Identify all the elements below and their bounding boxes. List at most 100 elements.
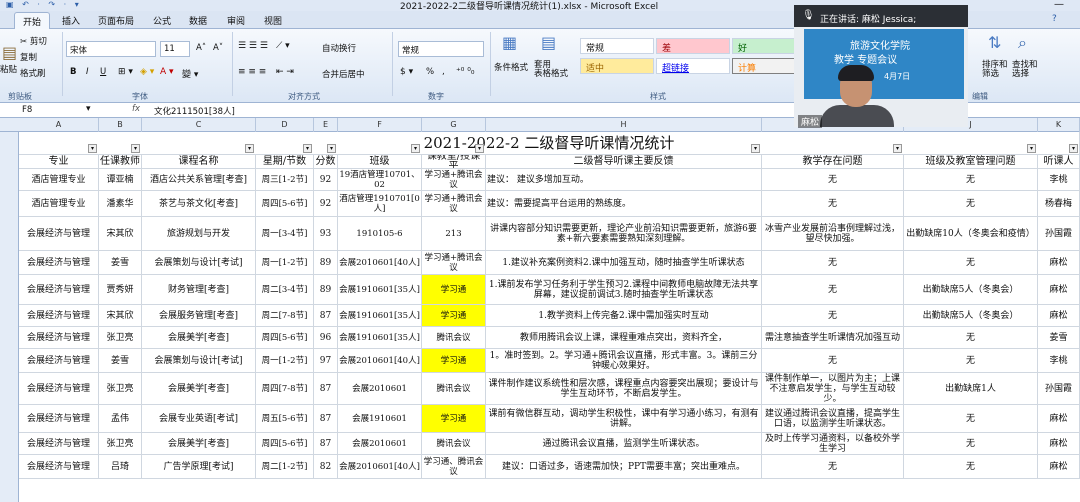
table-cell[interactable]: 会展美学[考查] <box>142 373 256 405</box>
table-cell[interactable]: 会展2010601 <box>338 373 422 405</box>
table-cell[interactable]: 杨春梅 <box>1038 191 1080 217</box>
phonetic-icon[interactable]: 變 ▾ <box>182 67 198 80</box>
table-cell[interactable]: 教师用腾讯会议上课，课程重难点突出，资料齐全， <box>486 327 762 349</box>
table-cell[interactable]: 需注意抽查学生听课情况加强互动 <box>762 327 904 349</box>
table-cell[interactable]: 学习通 <box>422 275 486 305</box>
table-cell[interactable]: 姜雪 <box>99 349 142 373</box>
quick-access-toolbar[interactable]: ▣ ↶ · ↷ · ▾ <box>6 0 82 9</box>
paste-button[interactable]: 粘贴 <box>0 63 17 75</box>
copy-button[interactable]: 复制 <box>20 51 37 63</box>
header-cell[interactable]: 星期/节数 <box>256 155 314 169</box>
column-header[interactable]: C <box>142 118 256 132</box>
conditional-format-icon[interactable]: ▦ <box>502 33 517 52</box>
name-box[interactable]: F8 <box>22 105 32 115</box>
table-cell[interactable]: 广告学原理[考试] <box>142 455 256 479</box>
table-cell[interactable]: 潘素华 <box>99 191 142 217</box>
header-cell[interactable]: 教学存在问题 <box>762 155 904 169</box>
table-cell[interactable]: 会展1910601[35人] <box>338 327 422 349</box>
table-cell[interactable]: 82 <box>314 455 338 479</box>
table-cell[interactable]: 无 <box>762 305 904 327</box>
sheet-title[interactable]: 2021-2022-2 二级督导听课情况统计 <box>19 132 1080 155</box>
header-cell[interactable]: 任课教师 <box>99 155 142 169</box>
table-cell[interactable]: 93 <box>314 217 338 251</box>
table-cell[interactable]: 酒店管理1910701[0人] <box>338 191 422 217</box>
column-header[interactable]: K <box>1038 118 1080 132</box>
filter-dropdown-icon[interactable]: ▾ <box>1027 144 1036 153</box>
format-painter-button[interactable]: 格式刷 <box>20 67 46 79</box>
table-cell[interactable]: 会展经济与管理 <box>19 275 99 305</box>
table-cell[interactable]: 周四[5-6节] <box>256 191 314 217</box>
filter-dropdown-icon[interactable]: ▾ <box>327 144 336 153</box>
wrap-text-button[interactable]: 自动换行 <box>322 42 356 54</box>
column-header[interactable]: F <box>338 118 422 132</box>
table-cell[interactable]: 会展2010601[40人] <box>338 251 422 275</box>
table-cell[interactable]: 周一[1-2节] <box>256 349 314 373</box>
table-cell[interactable]: 谭亚楠 <box>99 169 142 191</box>
table-cell[interactable]: 建议：口语过多，语速需加快；PPT需要丰富；突出重难点。 <box>486 455 762 479</box>
style-normal[interactable]: 常规 <box>580 38 654 54</box>
tab-review[interactable]: 审阅 <box>227 14 245 27</box>
underline-button[interactable]: U <box>100 67 106 77</box>
table-cell[interactable]: 出勤缺席5人（冬奥会） <box>904 275 1038 305</box>
column-header[interactable]: H <box>486 118 762 132</box>
table-cell[interactable]: 周一[1-2节] <box>256 251 314 275</box>
table-cell[interactable]: 及时上传学习通资料，以备校外学生学习 <box>762 433 904 455</box>
filter-dropdown-icon[interactable]: ▾ <box>751 144 760 153</box>
table-cell[interactable]: 周二[7-8节] <box>256 305 314 327</box>
style-bad[interactable]: 差 <box>656 38 730 54</box>
table-cell[interactable]: 学习通+腾讯会议 <box>422 169 486 191</box>
table-cell[interactable]: 李桃 <box>1038 169 1080 191</box>
font-size-select[interactable]: 11 <box>160 41 190 57</box>
align-left-icon[interactable]: ≡ ≡ ≡ <box>238 67 266 77</box>
table-cell[interactable]: 冰雪产业发展前沿事例理解过浅，望尽快加强。 <box>762 217 904 251</box>
table-cell[interactable]: 1910105-6 <box>338 217 422 251</box>
conditional-format-button[interactable]: 条件格式 <box>494 61 528 73</box>
table-cell[interactable]: 1.教学资料上传完备2.课中需加强实时互动 <box>486 305 762 327</box>
tab-view[interactable]: 视图 <box>264 14 282 27</box>
style-hyperlink[interactable]: 超链接 <box>656 58 730 74</box>
table-cell[interactable]: 李桃 <box>1038 349 1080 373</box>
table-cell[interactable]: 会展策划与设计[考试] <box>142 251 256 275</box>
minimize-button[interactable]: — <box>1054 0 1064 10</box>
table-cell[interactable]: 周二[1-2节] <box>256 455 314 479</box>
table-cell[interactable]: 孟伟 <box>99 405 142 433</box>
header-cell[interactable]: 分数 <box>314 155 338 169</box>
column-header[interactable]: D <box>256 118 314 132</box>
table-cell[interactable]: 学习通 <box>422 349 486 373</box>
table-cell[interactable]: 讲课内容部分知识需要更新，理论产业前沿知识需要更新，旅游6要素+新六要素需要熟知… <box>486 217 762 251</box>
table-cell[interactable]: 周三[1-2节] <box>256 169 314 191</box>
table-cell[interactable]: 无 <box>904 455 1038 479</box>
filter-dropdown-icon[interactable]: ▾ <box>893 144 902 153</box>
table-cell[interactable]: 麻松 <box>1038 455 1080 479</box>
table-cell[interactable]: 无 <box>762 349 904 373</box>
table-cell[interactable]: 87 <box>314 373 338 405</box>
table-cell[interactable]: 会展经济与管理 <box>19 433 99 455</box>
table-cell[interactable]: 张卫亮 <box>99 373 142 405</box>
table-cell[interactable]: 会展经济与管理 <box>19 373 99 405</box>
header-cell[interactable]: 专业 <box>19 155 99 169</box>
table-cell[interactable]: 课件制作单一，以图片为主；上课不注意启发学生，与学生互动较少。 <box>762 373 904 405</box>
table-cell[interactable]: 96 <box>314 327 338 349</box>
filter-dropdown-icon[interactable]: ▾ <box>131 144 140 153</box>
table-cell[interactable]: 89 <box>314 275 338 305</box>
format-as-table-icon[interactable]: ▤ <box>541 33 556 52</box>
table-cell[interactable]: 无 <box>762 275 904 305</box>
font-color-icon[interactable]: A ▾ <box>160 67 174 77</box>
table-cell[interactable]: 麻松 <box>1038 251 1080 275</box>
sort-filter-button[interactable]: 排序和 筛选 <box>982 61 1008 79</box>
table-cell[interactable]: 1。准时签到。2。学习通+腾讯会议直播，形式丰富。3。课前三分钟暖心效果好。 <box>486 349 762 373</box>
table-cell[interactable]: 周四[5-6节] <box>256 327 314 349</box>
column-header[interactable]: A <box>19 118 99 132</box>
table-cell[interactable]: 无 <box>762 251 904 275</box>
table-cell[interactable]: 通过腾讯会议直播，监测学生听课状态。 <box>486 433 762 455</box>
name-box-dropdown-icon[interactable]: ▾ <box>86 104 91 114</box>
align-top-icon[interactable]: ☰ ☰ ☰ <box>238 41 268 51</box>
tab-page-layout[interactable]: 页面布局 <box>98 14 134 27</box>
filter-dropdown-icon[interactable]: ▾ <box>303 144 312 153</box>
table-cell[interactable]: 宋其欣 <box>99 217 142 251</box>
table-cell[interactable]: 酒店管理专业 <box>19 169 99 191</box>
table-cell[interactable]: 周四[7-8节] <box>256 373 314 405</box>
table-cell[interactable]: 麻松 <box>1038 433 1080 455</box>
table-cell[interactable]: 无 <box>904 169 1038 191</box>
find-icon[interactable]: ⌕ <box>1018 33 1027 53</box>
